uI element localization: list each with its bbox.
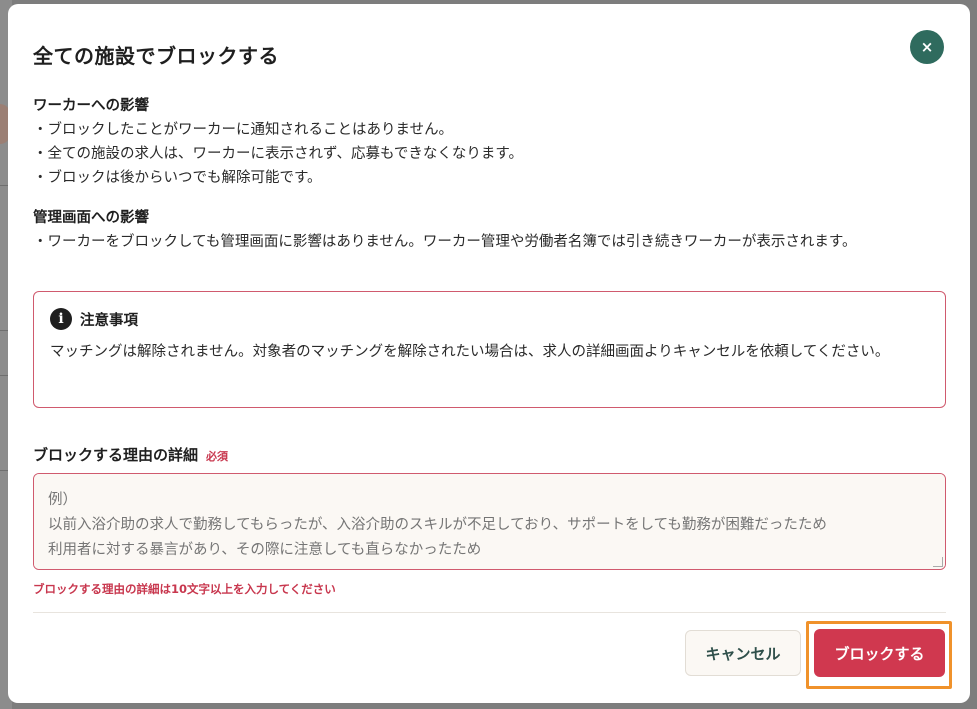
cancel-button[interactable]: キャンセル bbox=[685, 630, 801, 676]
resize-handle[interactable] bbox=[933, 557, 943, 567]
worker-impact-item: ・ブロックは後からいつでも解除可能です。 bbox=[33, 170, 322, 186]
reason-error-message: ブロックする理由の詳細は10文字以上を入力してください bbox=[33, 582, 336, 596]
reason-textarea[interactable] bbox=[33, 473, 946, 570]
notice-body: マッチングは解除されません。対象者のマッチングを解除されたい場合は、求人の詳細画… bbox=[50, 344, 890, 360]
required-badge: 必須 bbox=[206, 450, 229, 463]
worker-impact-item: ・ブロックしたことがワーカーに通知されることはありません。 bbox=[33, 122, 454, 138]
admin-impact-text: ・ワーカーをブロックしても管理画面に影響はありません。ワーカー管理や労働者名簿で… bbox=[33, 234, 857, 250]
reason-label: ブロックする理由の詳細 必須 bbox=[33, 444, 228, 465]
notice-box: i 注意事項 マッチングは解除されません。対象者のマッチングを解除されたい場合は… bbox=[33, 291, 946, 408]
admin-impact-section: 管理画面への影響 ・ワーカーをブロックしても管理画面に影響はありません。ワーカー… bbox=[33, 206, 943, 254]
footer-divider bbox=[33, 612, 946, 613]
worker-impact-heading: ワーカーへの影響 bbox=[33, 98, 149, 114]
notice-title: 注意事項 bbox=[80, 312, 138, 329]
block-button[interactable]: ブロックする bbox=[814, 629, 945, 677]
reason-label-text: ブロックする理由の詳細 bbox=[33, 446, 199, 464]
notice-header: i 注意事項 bbox=[50, 308, 929, 330]
worker-impact-item: ・全ての施設の求人は、ワーカーに表示されず、応募もできなくなります。 bbox=[33, 146, 523, 162]
dialog-title: 全ての施設でブロックする bbox=[33, 44, 279, 68]
info-icon: i bbox=[50, 308, 72, 330]
block-dialog: 全ての施設でブロックする × ワーカーへの影響 ・ブロックしたことがワーカーに通… bbox=[8, 4, 970, 703]
admin-impact-heading: 管理画面への影響 bbox=[33, 210, 149, 226]
close-icon: × bbox=[920, 38, 934, 56]
worker-impact-section: ワーカーへの影響 ・ブロックしたことがワーカーに通知されることはありません。 ・… bbox=[33, 94, 943, 190]
close-button[interactable]: × bbox=[910, 30, 944, 64]
